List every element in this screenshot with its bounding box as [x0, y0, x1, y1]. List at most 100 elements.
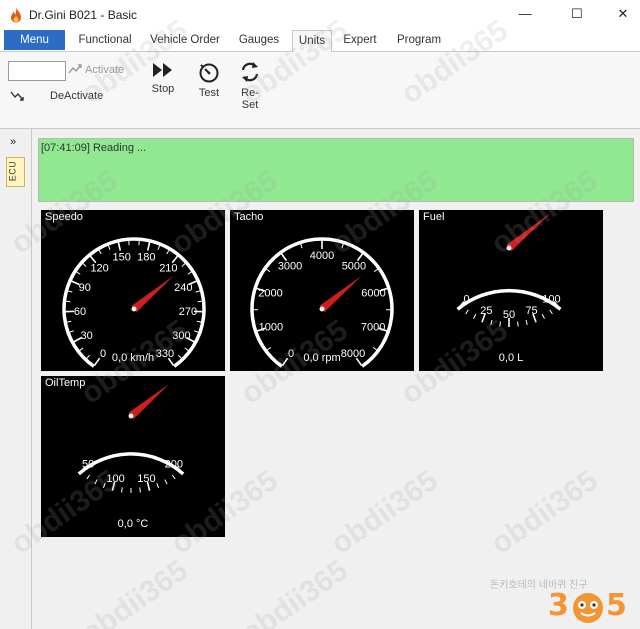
tab-expert[interactable]: Expert [338, 30, 382, 50]
speedo-minor-tick [75, 271, 81, 275]
speedo-minor-tick [166, 249, 170, 255]
speedo-minor-tick [68, 330, 74, 333]
oiltemp-minor-tick [102, 483, 106, 489]
fuel-needle-hub [506, 245, 512, 251]
speedo-scale-label: 60 [74, 306, 86, 318]
activate-button[interactable]: Activate [85, 64, 124, 76]
fuel-needle [506, 212, 552, 252]
fuel-minor-tick [465, 309, 469, 315]
watermark-logo: 3 5 [548, 586, 638, 626]
side-panel: » ECU [0, 129, 32, 629]
speedo-scale-label: 270 [179, 306, 197, 318]
speedo-scale-label: 210 [159, 262, 177, 274]
status-text: [07:41:09] Reading ... [41, 142, 147, 154]
fuel-minor-tick [549, 309, 553, 315]
speedo-scale-label: 150 [113, 251, 131, 263]
tacho-scale-label: 6000 [361, 288, 385, 300]
tacho-scale-label: 5000 [342, 260, 366, 272]
oiltemp-minor-tick [164, 479, 168, 485]
oiltemp-scale-label: 50 [82, 459, 94, 471]
tab-gauges[interactable]: Gauges [234, 30, 284, 50]
tacho-minor-tick [373, 268, 379, 273]
tacho-needle-hub [319, 306, 325, 312]
fuel-scale-label: 50 [503, 309, 515, 321]
oiltemp-dial: 50 100 150 200 [77, 383, 185, 493]
fuel-minor-tick [541, 313, 545, 319]
close-button[interactable]: ✕ [600, 0, 640, 28]
speedo-minor-tick [98, 249, 102, 255]
title-bar: Dr.Gini B021 - Basic — ☐ ✕ [0, 0, 640, 28]
tacho-minor-tick [341, 243, 344, 249]
fuel-reading: 0,0 L [498, 352, 524, 364]
fuel-minor-tick [473, 313, 477, 319]
reset-button[interactable]: Re-Set [233, 61, 267, 111]
fuel-scale-label: 75 [525, 305, 537, 317]
tacho-scale-label: 7000 [361, 321, 385, 333]
tab-vehicle-order[interactable]: Vehicle Order [144, 30, 226, 50]
speedo-dial: 0306090120150 180210240270300330 [62, 237, 206, 368]
oiltemp-reading: 0,0 °C [117, 518, 149, 530]
menu-bar: Menu Functional Vehicle Order Gauges Uni… [0, 28, 640, 52]
logo-face-icon [573, 593, 603, 623]
deactivate-button[interactable]: DeActivate [50, 90, 103, 102]
speedo-minor-tick [194, 330, 200, 333]
tab-units[interactable]: Units [292, 30, 332, 52]
logo-digit-right: 5 [606, 588, 627, 623]
speedo-minor-tick [78, 347, 84, 352]
maximize-icon: ☐ [571, 6, 583, 21]
tacho-needle [319, 275, 362, 313]
speedo-minor-tick [184, 347, 190, 352]
fuel-scale-label: 25 [480, 305, 492, 317]
stopwatch-icon [199, 63, 219, 83]
oiltemp-minor-tick [156, 483, 160, 489]
speedo-title: Speedo [45, 211, 83, 223]
oiltemp-minor-tick [86, 474, 91, 480]
speedo-needle [131, 275, 174, 313]
ecu-address-input[interactable] [8, 61, 66, 81]
tacho-reading: 0,0 rpm [303, 352, 341, 364]
speedo-scale-arc [62, 237, 206, 368]
reset-label: Re-Set [241, 87, 259, 111]
minimize-button[interactable]: — [502, 0, 548, 28]
ecu-tab-label: ECU [7, 160, 18, 182]
oiltemp-needle-hub [128, 413, 134, 419]
tacho-dial: 010002000300040005000600070008000 [250, 237, 394, 368]
tacho-minor-tick [372, 347, 378, 351]
speedo-minor-tick [107, 244, 111, 250]
speedo-minor-tick [195, 290, 201, 293]
speedo-gauge: 0 30 60 90 120 150 180 210 240 270 300 330 Speedo 0… [41, 210, 225, 371]
fuel-minor-tick [490, 319, 493, 325]
speedo-major-tick [117, 241, 122, 251]
maximize-button[interactable]: ☐ [554, 0, 600, 28]
speedo-minor-tick [65, 300, 71, 303]
speedo-scale-label: 30 [80, 330, 92, 342]
tacho-scale-label: 4000 [310, 250, 334, 262]
fuel-dial: 0 25 50 75 100 [456, 212, 562, 327]
speedo-scale-label: 90 [79, 282, 91, 294]
tacho-minor-tick [300, 243, 303, 249]
expand-panel-icon[interactable]: » [10, 136, 16, 148]
speedo-minor-tick [67, 290, 73, 293]
speedo-needle-hub [131, 306, 137, 312]
tab-program[interactable]: Program [390, 30, 448, 50]
speedo-minor-tick [157, 244, 161, 250]
speedo-scale-label: 240 [174, 282, 192, 294]
ecu-side-tab[interactable]: ECU [6, 157, 25, 187]
test-button[interactable]: Test [192, 61, 226, 99]
menu-button[interactable]: Menu [4, 30, 65, 50]
tacho-minor-tick [266, 347, 272, 351]
tacho-gauge: 0 1000 2000 3000 4000 5000 6000 7000 8000 Tacho … [230, 210, 414, 371]
app-flame-icon [11, 8, 21, 23]
tacho-minor-tick [265, 268, 271, 273]
window-title: Dr.Gini B021 - Basic [29, 8, 138, 22]
oiltemp-scale-label: 200 [165, 459, 183, 471]
minimize-icon: — [518, 6, 532, 21]
speedo-minor-tick [181, 262, 186, 267]
stop-button[interactable]: Stop [146, 61, 180, 95]
speedo-scale-label: 120 [90, 262, 108, 274]
oiltemp-minor-tick [171, 474, 176, 480]
status-log: [07:41:09] Reading ... [38, 138, 634, 202]
tab-functional[interactable]: Functional [74, 30, 136, 50]
fuel-minor-tick [525, 319, 528, 325]
speedo-minor-tick [187, 271, 193, 275]
